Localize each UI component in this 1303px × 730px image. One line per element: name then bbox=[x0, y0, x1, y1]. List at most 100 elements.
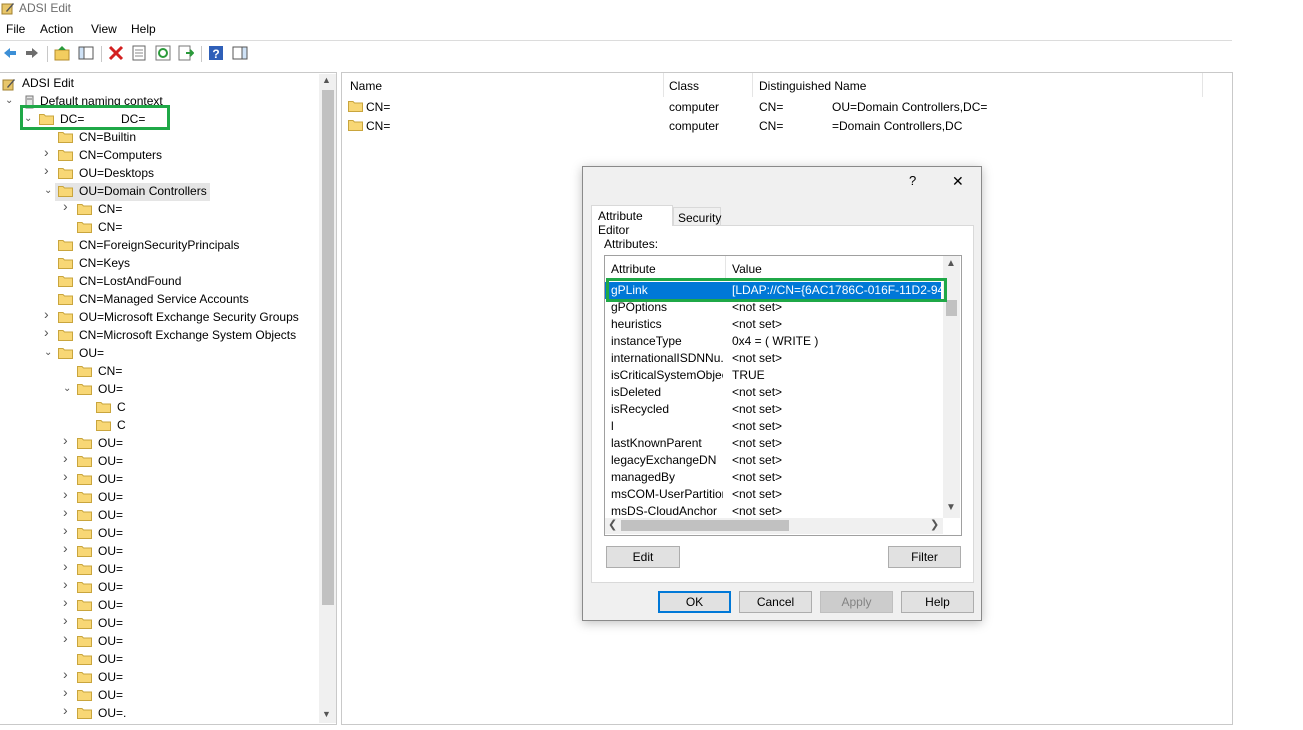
tab-security[interactable]: Security bbox=[673, 207, 721, 226]
column-header-name[interactable]: Name bbox=[350, 79, 382, 93]
chevron-right-icon[interactable]: › bbox=[63, 703, 73, 717]
attribute-row[interactable]: internationalISDNNu... <not set> bbox=[605, 350, 941, 367]
list-cell-class: computer bbox=[669, 119, 720, 133]
chevron-right-icon[interactable]: › bbox=[63, 559, 73, 573]
attribute-value: <not set> bbox=[732, 504, 783, 518]
tree-item-label: OU= bbox=[98, 634, 124, 648]
chevron-right-icon[interactable]: › bbox=[63, 505, 73, 519]
column-header-dn[interactable]: Distinguished Name bbox=[759, 79, 866, 93]
chevron-down-icon[interactable]: ⌄ bbox=[5, 96, 15, 106]
folder-icon bbox=[58, 239, 73, 251]
chevron-right-icon[interactable]: › bbox=[44, 307, 54, 321]
menu-help[interactable]: Help bbox=[131, 22, 156, 36]
chevron-down-icon[interactable]: ⌄ bbox=[63, 384, 73, 394]
tree-item-label: CN=Microsoft Exchange System Objects bbox=[79, 328, 297, 342]
scroll-left-icon[interactable]: ❮ bbox=[608, 518, 617, 531]
attribute-name: gPOptions bbox=[611, 300, 668, 314]
folder-icon bbox=[77, 581, 92, 593]
action-pane-icon[interactable] bbox=[232, 45, 248, 61]
scroll-up-icon[interactable]: ▲ bbox=[946, 258, 956, 269]
menu-file[interactable]: File bbox=[6, 22, 25, 36]
properties-icon[interactable] bbox=[131, 45, 147, 61]
list-cell-dn-b: OU=Domain Controllers,DC= bbox=[832, 100, 988, 114]
help-icon[interactable]: ? bbox=[208, 45, 224, 61]
chevron-right-icon[interactable]: › bbox=[44, 325, 54, 339]
chevron-right-icon[interactable]: › bbox=[63, 667, 73, 681]
folder-icon bbox=[77, 383, 92, 395]
ok-button[interactable]: OK bbox=[658, 591, 731, 613]
scroll-down-icon[interactable]: ▼ bbox=[322, 709, 331, 719]
attribute-row[interactable]: instanceType 0x4 = ( WRITE ) bbox=[605, 333, 941, 350]
attribute-row[interactable]: lastKnownParent <not set> bbox=[605, 435, 941, 452]
attribute-row[interactable]: managedBy <not set> bbox=[605, 469, 941, 486]
up-folder-icon[interactable] bbox=[54, 45, 70, 61]
menu-bar: File Action View Help bbox=[0, 20, 1232, 41]
chevron-right-icon[interactable]: › bbox=[63, 469, 73, 483]
tree-item-label: CN= bbox=[98, 364, 123, 378]
tree-item-label: CN=ForeignSecurityPrincipals bbox=[79, 238, 240, 252]
chevron-right-icon[interactable]: › bbox=[63, 631, 73, 645]
help-button-bottom[interactable]: Help bbox=[901, 591, 974, 613]
attribute-row[interactable]: legacyExchangeDN <not set> bbox=[605, 452, 941, 469]
tab-attribute-editor[interactable]: Attribute Editor bbox=[591, 205, 673, 237]
show-hide-tree-icon[interactable] bbox=[78, 45, 94, 61]
chevron-down-icon[interactable]: ⌄ bbox=[44, 348, 54, 358]
apply-button[interactable]: Apply bbox=[820, 591, 893, 613]
tree-item-label: CN=Keys bbox=[79, 256, 131, 270]
folder-icon bbox=[58, 275, 73, 287]
tree-scrollbar-thumb[interactable] bbox=[322, 90, 334, 605]
grid-h-thumb[interactable] bbox=[621, 520, 789, 531]
export-list-icon[interactable] bbox=[178, 45, 195, 61]
back-arrow-icon[interactable] bbox=[2, 45, 18, 61]
refresh-icon[interactable] bbox=[155, 45, 171, 61]
chevron-right-icon[interactable]: › bbox=[44, 163, 54, 177]
attribute-row[interactable]: heuristics <not set> bbox=[605, 316, 941, 333]
attribute-row[interactable]: isCriticalSystemObject TRUE bbox=[605, 367, 941, 384]
folder-icon bbox=[77, 689, 92, 701]
folder-icon bbox=[77, 635, 92, 647]
chevron-right-icon[interactable]: › bbox=[63, 451, 73, 465]
attribute-row[interactable]: l <not set> bbox=[605, 418, 941, 435]
list-row[interactable]: CN= computer CN= =Domain Controllers,DC bbox=[342, 117, 1230, 135]
attribute-name: msCOM-UserPartition... bbox=[611, 487, 723, 501]
chevron-right-icon[interactable]: › bbox=[63, 595, 73, 609]
help-button[interactable]: ? bbox=[909, 173, 916, 188]
filter-button[interactable]: Filter bbox=[888, 546, 961, 568]
folder-icon bbox=[58, 131, 73, 143]
attribute-row[interactable]: msCOM-UserPartition... <not set> bbox=[605, 486, 941, 503]
chevron-right-icon[interactable]: › bbox=[63, 433, 73, 447]
delete-icon[interactable] bbox=[108, 45, 124, 61]
folder-icon bbox=[58, 293, 73, 305]
tree-item-label: CN=Managed Service Accounts bbox=[79, 292, 249, 306]
chevron-down-icon[interactable]: ⌄ bbox=[44, 186, 54, 196]
grid-v-thumb[interactable] bbox=[946, 300, 957, 316]
attribute-name: instanceType bbox=[611, 334, 682, 348]
folder-icon bbox=[77, 473, 92, 485]
attribute-row[interactable]: isDeleted <not set> bbox=[605, 384, 941, 401]
close-button[interactable]: ✕ bbox=[952, 173, 964, 190]
column-header-class[interactable]: Class bbox=[669, 79, 699, 93]
scroll-right-icon[interactable]: ❯ bbox=[930, 518, 939, 531]
tree-item-label: OU= bbox=[98, 670, 124, 684]
scroll-down-icon[interactable]: ▼ bbox=[946, 502, 956, 513]
attribute-value: <not set> bbox=[732, 385, 783, 399]
chevron-right-icon[interactable]: › bbox=[63, 487, 73, 501]
tree-item-label: CN= bbox=[98, 202, 123, 216]
menu-view[interactable]: View bbox=[91, 22, 117, 36]
attribute-row[interactable]: isRecycled <not set> bbox=[605, 401, 941, 418]
forward-arrow-icon[interactable] bbox=[24, 45, 40, 61]
chevron-right-icon[interactable]: › bbox=[63, 199, 73, 213]
folder-icon bbox=[58, 185, 73, 197]
chevron-right-icon[interactable]: › bbox=[63, 523, 73, 537]
scroll-up-icon[interactable]: ▲ bbox=[322, 75, 331, 85]
chevron-right-icon[interactable]: › bbox=[63, 541, 73, 555]
list-row[interactable]: CN= computer CN= OU=Domain Controllers,D… bbox=[342, 98, 1230, 116]
chevron-right-icon[interactable]: › bbox=[63, 577, 73, 591]
chevron-right-icon[interactable]: › bbox=[63, 685, 73, 699]
properties-dialog: ? ✕ Attribute Editor Security Attributes… bbox=[582, 166, 982, 621]
cancel-button[interactable]: Cancel bbox=[739, 591, 812, 613]
menu-action[interactable]: Action bbox=[40, 22, 73, 36]
chevron-right-icon[interactable]: › bbox=[44, 145, 54, 159]
chevron-right-icon[interactable]: › bbox=[63, 613, 73, 627]
edit-button[interactable]: Edit bbox=[606, 546, 680, 568]
